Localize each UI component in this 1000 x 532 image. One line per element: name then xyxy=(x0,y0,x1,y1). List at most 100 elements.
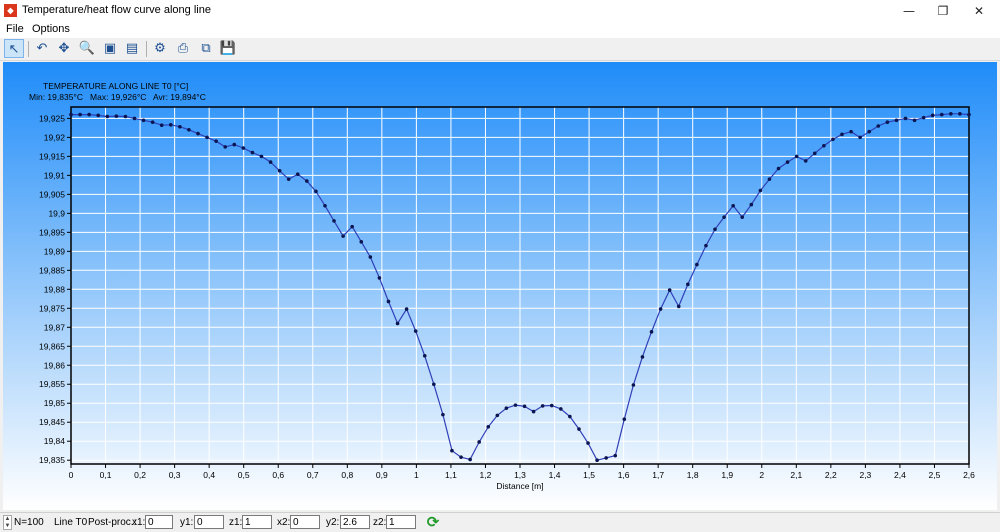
menu-file[interactable]: File xyxy=(6,23,24,35)
z1-input[interactable] xyxy=(242,515,272,529)
x-tick-label: 2,1 xyxy=(790,470,802,480)
data-point xyxy=(350,224,354,229)
data-point xyxy=(967,112,971,117)
copy-button[interactable]: ⧉ xyxy=(196,39,216,58)
x-tick-label: 1,1 xyxy=(445,470,457,480)
data-point xyxy=(568,414,572,419)
close-button[interactable]: ✕ xyxy=(962,0,996,22)
data-point xyxy=(413,329,418,333)
n-label: N=100 xyxy=(14,517,44,528)
data-point xyxy=(395,321,400,326)
data-point xyxy=(341,234,345,238)
y-tick-label: 19,88 xyxy=(44,284,66,294)
data-point xyxy=(549,403,554,408)
data-point xyxy=(150,120,155,124)
y1-input[interactable] xyxy=(194,515,224,529)
data-point xyxy=(758,188,763,193)
x-tick-label: 2,2 xyxy=(825,470,837,480)
data-point xyxy=(731,203,735,208)
print-icon: ⎙ xyxy=(177,41,189,56)
copy-icon: ⧉ xyxy=(201,41,211,56)
n-spinner-icon[interactable]: ▲ ▼ xyxy=(3,515,12,530)
pan-button[interactable]: ✥ xyxy=(54,39,74,58)
save-icon: 💾 xyxy=(219,41,237,56)
data-point xyxy=(622,417,627,421)
data-point xyxy=(295,172,300,177)
data-point xyxy=(522,404,527,409)
data-point xyxy=(740,215,745,219)
data-point xyxy=(921,115,926,120)
data-point xyxy=(105,114,110,119)
data-point xyxy=(314,189,318,194)
zoom-button[interactable]: 🔍 xyxy=(77,39,97,58)
data-point xyxy=(595,458,599,463)
data-point xyxy=(776,166,781,171)
menu-options[interactable]: Options xyxy=(32,23,70,35)
data-point xyxy=(268,160,273,164)
data-point xyxy=(749,202,754,207)
data-point xyxy=(69,112,73,117)
x-tick-label: 1,8 xyxy=(687,470,699,480)
data-point xyxy=(894,118,899,123)
line-label: Line T0 xyxy=(54,517,88,528)
y-tick-label: 19,895 xyxy=(39,227,65,237)
data-point xyxy=(223,145,228,149)
data-point xyxy=(477,440,481,444)
save-button[interactable]: 💾 xyxy=(218,39,238,58)
x-tick-label: 0,7 xyxy=(307,470,319,480)
y2-input[interactable] xyxy=(340,515,370,529)
export-data-button[interactable]: ▤ xyxy=(122,39,142,58)
data-point xyxy=(305,179,309,183)
data-point xyxy=(958,112,962,116)
data-point xyxy=(722,215,726,219)
chart-panel[interactable]: TEMPERATURE ALONG LINE T0 [°C] Min: 19,8… xyxy=(3,62,997,510)
y-tick-label: 19,925 xyxy=(39,113,65,123)
x2-input[interactable] xyxy=(290,515,320,529)
data-point xyxy=(486,424,491,429)
data-point xyxy=(812,151,817,156)
data-point xyxy=(876,124,881,128)
data-point xyxy=(187,127,191,132)
select-tool-button[interactable]: ↖ xyxy=(4,39,24,58)
data-point xyxy=(259,154,264,159)
zoom-icon: 🔍 xyxy=(78,41,96,56)
data-point xyxy=(803,159,808,163)
data-point xyxy=(422,353,427,358)
minimize-button[interactable]: — xyxy=(892,0,926,22)
data-point xyxy=(277,169,282,173)
export-image-button[interactable]: ▣ xyxy=(100,39,120,58)
data-point xyxy=(205,135,209,140)
undo-button[interactable]: ↶ xyxy=(32,39,52,58)
export-image-icon: ▣ xyxy=(103,41,117,56)
data-point xyxy=(250,150,255,155)
data-point xyxy=(159,123,164,128)
data-point xyxy=(178,124,182,129)
maximize-button[interactable]: ❐ xyxy=(926,0,960,22)
data-point xyxy=(949,112,953,116)
refresh-icon: ⟳ xyxy=(426,513,440,531)
x-tick-label: 0,6 xyxy=(272,470,284,480)
data-point xyxy=(323,203,327,208)
x1-input[interactable] xyxy=(145,515,173,529)
y-tick-label: 19,92 xyxy=(44,132,66,142)
toolbar: ↖ ↶ ✥ 🔍 ▣ ▤ ⚙ ⎙ ⧉ 💾 xyxy=(0,38,1000,61)
x-tick-label: 0,2 xyxy=(134,470,146,480)
y-tick-label: 19,845 xyxy=(39,417,65,427)
data-point xyxy=(141,118,146,123)
x-tick-label: 2,6 xyxy=(963,470,975,480)
undo-icon: ↶ xyxy=(36,41,48,56)
export-data-icon: ▤ xyxy=(125,41,139,56)
settings-button[interactable]: ⚙ xyxy=(150,39,170,58)
y-tick-label: 19,84 xyxy=(44,436,66,446)
data-point xyxy=(332,219,336,223)
data-point xyxy=(459,455,463,459)
data-point xyxy=(168,123,173,127)
x-tick-label: 0,1 xyxy=(100,470,112,480)
data-point xyxy=(359,240,364,244)
z2-input[interactable] xyxy=(386,515,416,529)
print-button[interactable]: ⎙ xyxy=(173,39,193,58)
postproc-label: Post-proc.: xyxy=(88,517,137,528)
refresh-button[interactable]: ⟳ xyxy=(425,514,441,530)
y1-label: y1: xyxy=(180,517,194,528)
x-tick-label: 0,5 xyxy=(238,470,250,480)
